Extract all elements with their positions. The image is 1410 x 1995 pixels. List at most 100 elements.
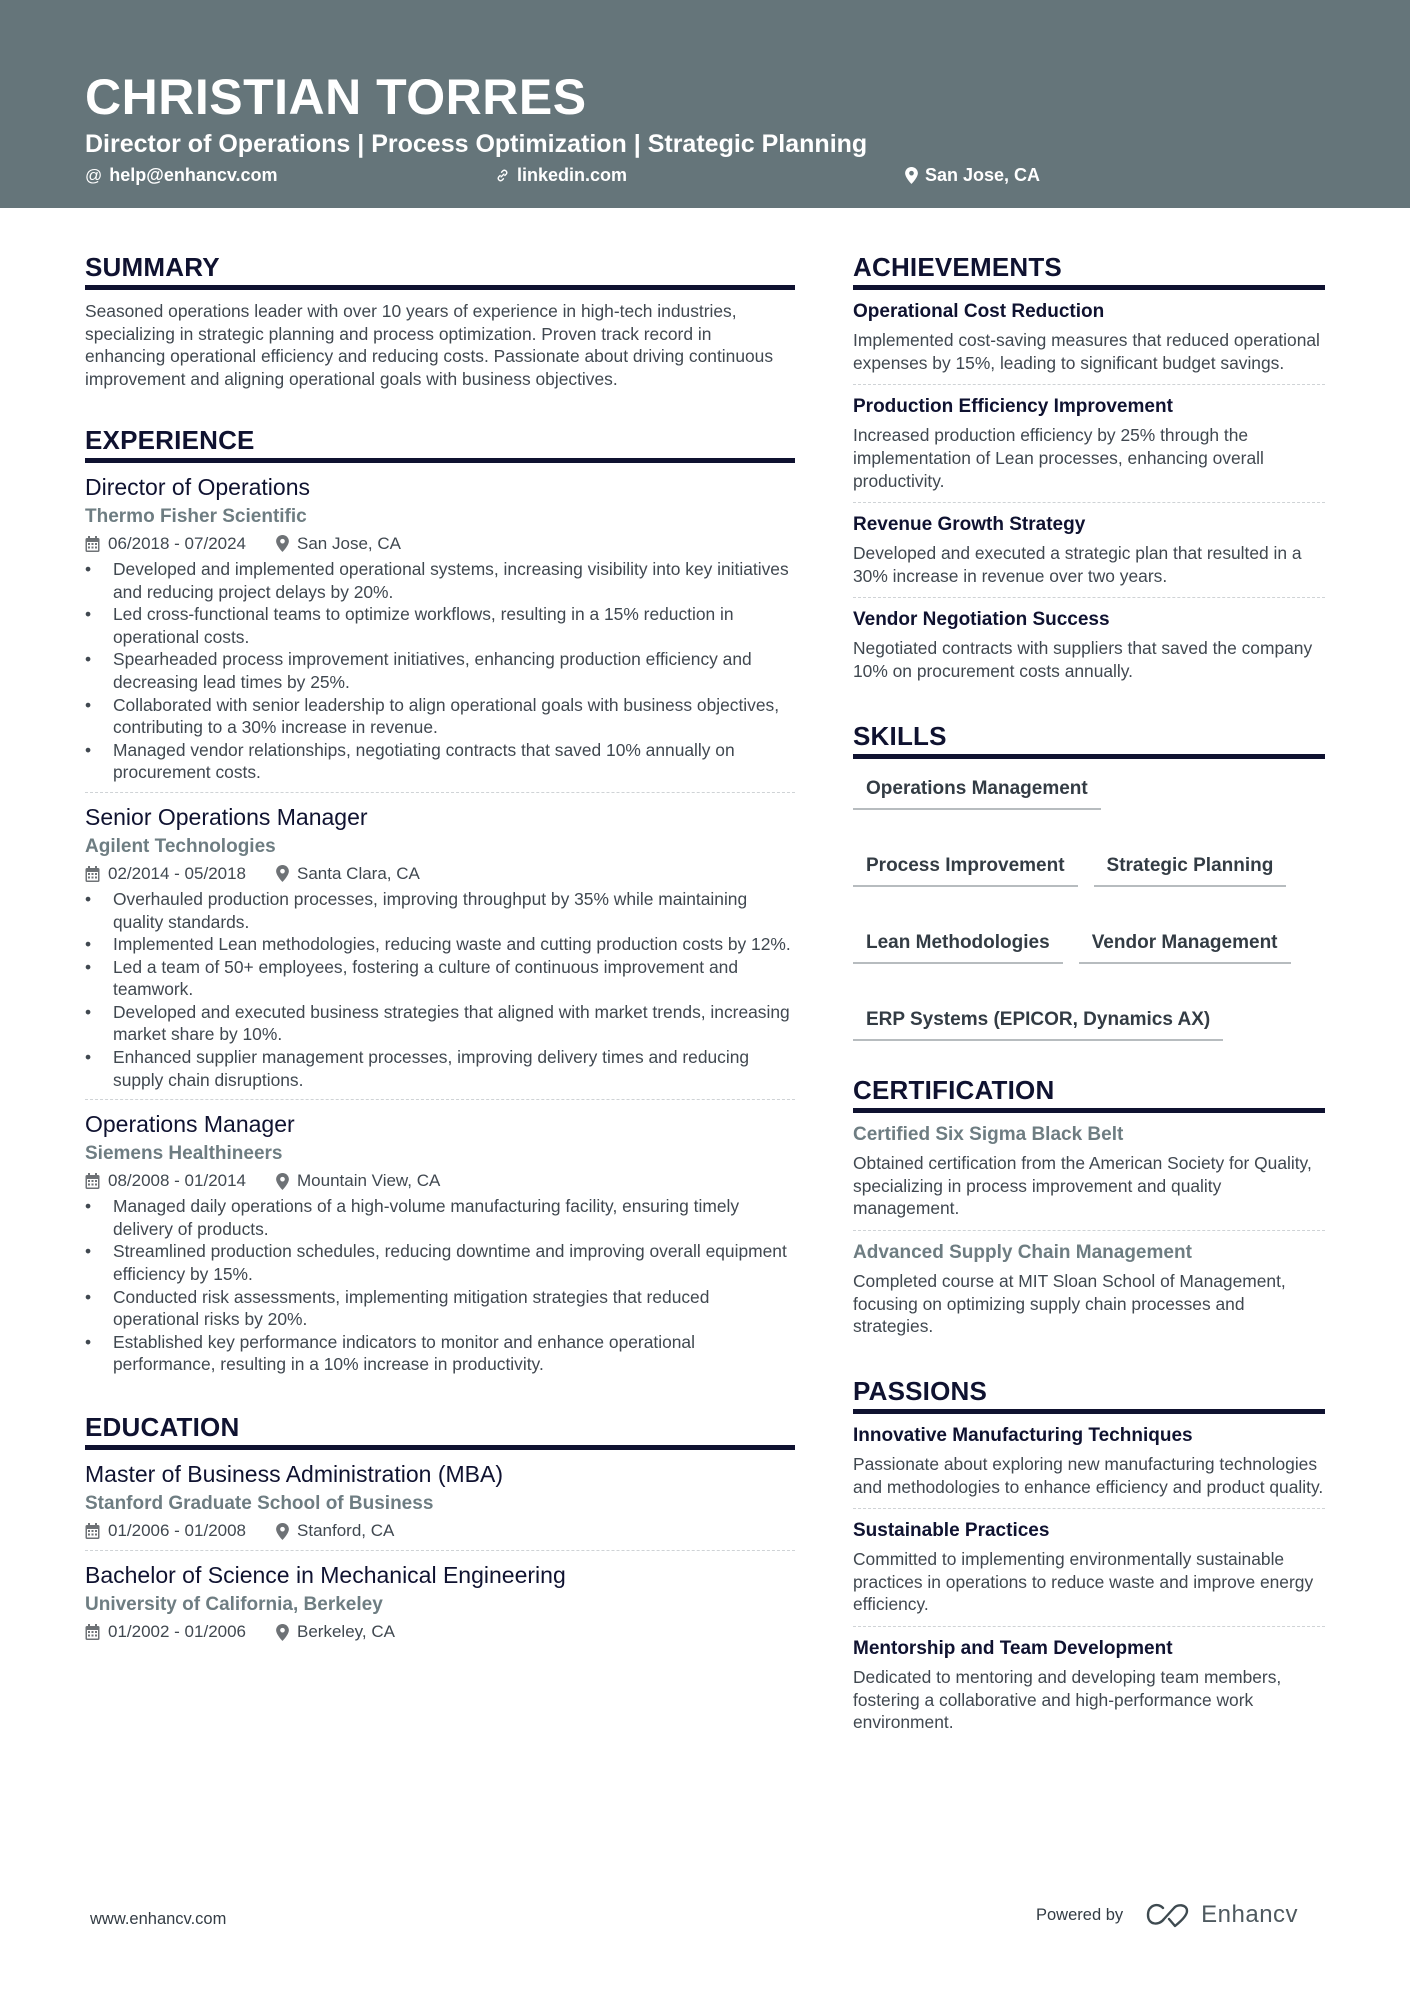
section-title-experience: EXPERIENCE — [85, 426, 795, 463]
bullet-item: Spearheaded process improvement initiati… — [85, 648, 795, 693]
summary-text: Seasoned operations leader with over 10 … — [85, 301, 774, 390]
bullet-item: Streamlined production schedules, reduci… — [85, 1240, 795, 1285]
certification-item-title: Advanced Supply Chain Management — [853, 1242, 1192, 1264]
section-title-achievements: ACHIEVEMENTS — [853, 253, 1325, 291]
skills-section: SKILLS Operations Management Process Impr… — [853, 722, 1325, 1041]
degree-title: Bachelor of Science in Mechanical Engine… — [85, 1562, 566, 1589]
date-range: 01/2006 - 01/2008 — [85, 1520, 246, 1542]
company-name: Thermo Fisher Scientific — [85, 505, 307, 527]
skill-tag: Process Improvement — [853, 850, 1078, 887]
certification-list: Certified Six Sigma Black Belt Obtained c… — [853, 1113, 1325, 1348]
bullet-item: Developed and executed business strategi… — [85, 1001, 795, 1046]
section-title-passions: PASSIONS — [853, 1377, 1325, 1415]
job-title: Operations Manager — [85, 1111, 295, 1138]
passion-item-title: Mentorship and Team Development — [853, 1638, 1173, 1660]
entry-location: Berkeley, CA — [276, 1621, 395, 1643]
certification-section: CERTIFICATION Certified Six Sigma Black … — [853, 1076, 1325, 1348]
location-pin-icon — [276, 1623, 289, 1641]
achievement-bullets: Overhauled production processes, improvi… — [85, 888, 795, 1091]
skill-tag: Operations Management — [853, 773, 1101, 810]
calendar-icon — [85, 1624, 100, 1641]
calendar-icon — [85, 865, 100, 882]
passion-item-description: Passionate about exploring new manufactu… — [853, 1454, 1324, 1497]
location-text: San Jose, CA — [925, 165, 1041, 185]
enhancv-brand-text: Enhancv — [1201, 1901, 1299, 1928]
skill-tag: Lean Methodologies — [853, 927, 1063, 964]
date-text: 02/2014 - 05/2018 — [108, 863, 247, 883]
bullet-item: Overhauled production processes, improvi… — [85, 888, 795, 933]
bullet-item: Enhanced supplier management processes, … — [85, 1046, 795, 1091]
job-title: Director of Operations — [85, 473, 310, 500]
section-title-skills: SKILLS — [853, 722, 1325, 759]
link-icon — [495, 168, 510, 183]
achievement-item-description: Increased production efficiency by 25% t… — [853, 425, 1264, 491]
achievement-item-title: Revenue Growth Strategy — [853, 514, 1086, 536]
date-text: 08/2008 - 01/2014 — [108, 1171, 247, 1191]
entry-location: San Jose, CA — [276, 533, 401, 555]
certification-item: Advanced Supply Chain Management Complete… — [853, 1231, 1325, 1348]
achievement-item-description: Developed and executed a strategic plan … — [853, 543, 1302, 586]
contact-linkedin[interactable]: linkedin.com — [495, 165, 627, 186]
experience-entry: Senior Operations Manager Agilent Technol… — [85, 793, 795, 1101]
location-text: Santa Clara, CA — [297, 863, 420, 883]
bullet-item: Led cross-functional teams to optimize w… — [85, 603, 795, 648]
date-text: 01/2006 - 01/2008 — [108, 1521, 247, 1541]
calendar-icon — [85, 535, 100, 552]
date-range: 02/2014 - 05/2018 — [85, 863, 246, 885]
achievement-item-title: Production Efficiency Improvement — [853, 396, 1173, 418]
date-range: 01/2002 - 01/2006 — [85, 1621, 246, 1643]
passion-item: Sustainable Practices Committed to implem… — [853, 1509, 1325, 1628]
powered-by-label: Powered by — [1036, 1905, 1124, 1924]
certification-item-title: Certified Six Sigma Black Belt — [853, 1124, 1124, 1146]
achievement-item-description: Negotiated contracts with suppliers that… — [853, 638, 1313, 682]
bullet-item: Managed daily operations of a high-volum… — [85, 1195, 795, 1240]
date-text: 01/2002 - 01/2006 — [108, 1622, 247, 1642]
achievement-item-title: Vendor Negotiation Success — [853, 609, 1110, 631]
bullet-item: Collaborated with senior leadership to a… — [85, 694, 795, 739]
passion-item-title: Innovative Manufacturing Techniques — [853, 1425, 1193, 1447]
bullet-item: Conducted risk assessments, implementing… — [85, 1286, 795, 1331]
job-title: Senior Operations Manager — [85, 803, 368, 830]
certification-item-description: Obtained certification from the American… — [853, 1153, 1312, 1219]
location-pin-icon — [276, 865, 289, 883]
skill-tag: ERP Systems (EPICOR, Dynamics AX) — [853, 1004, 1224, 1041]
experience-section: EXPERIENCE Director of Operations Thermo … — [85, 426, 795, 1384]
linkedin-text: linkedin.com — [517, 165, 628, 185]
achievement-item: Production Efficiency Improvement Increas… — [853, 385, 1325, 504]
location-text: Stanford, CA — [297, 1521, 395, 1541]
passion-item-description: Dedicated to mentoring and developing te… — [853, 1667, 1282, 1733]
school-name: Stanford Graduate School of Business — [85, 1493, 434, 1515]
entry-meta: 01/2002 - 01/2006 Berkeley, CA — [85, 1621, 795, 1643]
entry-meta: 06/2018 - 07/2024 San Jose, CA — [85, 533, 795, 555]
candidate-tagline: Director of Operations | Process Optimiz… — [85, 130, 868, 158]
achievement-item-description: Implemented cost-saving measures that re… — [853, 330, 1320, 373]
footer-website-link[interactable]: www.enhancv.com — [90, 1910, 226, 1929]
bullet-item: Developed and implemented operational sy… — [85, 558, 795, 603]
entry-location: Stanford, CA — [276, 1520, 394, 1542]
achievement-bullets: Managed daily operations of a high-volum… — [85, 1195, 795, 1376]
section-title-certification: CERTIFICATION — [853, 1076, 1325, 1114]
location-pin-icon — [276, 1172, 289, 1190]
right-column: ACHIEVEMENTS Operational Cost Reduction I… — [853, 253, 1325, 1774]
contact-email[interactable]: @ help@enhancv.com — [85, 165, 278, 186]
location-text: Berkeley, CA — [297, 1622, 395, 1642]
skills-list: Operations Management Process Improvement… — [853, 773, 1325, 1041]
location-text: San Jose, CA — [297, 533, 401, 553]
degree-title: Master of Business Administration (MBA) — [85, 1461, 503, 1488]
achievement-item: Operational Cost Reduction Implemented co… — [853, 290, 1325, 386]
skill-tag: Strategic Planning — [1093, 850, 1287, 887]
experience-entry: Operations Manager Siemens Healthineers 08… — [85, 1100, 795, 1384]
bullet-item: Implemented Lean methodologies, reducing… — [85, 933, 795, 956]
achievements-list: Operational Cost Reduction Implemented co… — [853, 290, 1325, 692]
education-list: Master of Business Administration (MBA) S… — [85, 1450, 795, 1651]
enhancv-logo[interactable]: Enhancv — [1145, 1901, 1298, 1929]
achievement-bullets: Developed and implemented operational sy… — [85, 558, 795, 784]
entry-meta: 02/2014 - 05/2018 Santa Clara, CA — [85, 863, 795, 885]
achievement-item: Revenue Growth Strategy Developed and exe… — [853, 503, 1325, 599]
company-name: Siemens Healthineers — [85, 1143, 283, 1165]
achievements-section: ACHIEVEMENTS Operational Cost Reduction I… — [853, 253, 1325, 693]
education-entry: Master of Business Administration (MBA) S… — [85, 1450, 795, 1552]
section-title-summary: SUMMARY — [85, 253, 795, 291]
footer-branding: Powered by Enhancv — [1036, 1901, 1298, 1929]
entry-location: Mountain View, CA — [276, 1170, 440, 1192]
